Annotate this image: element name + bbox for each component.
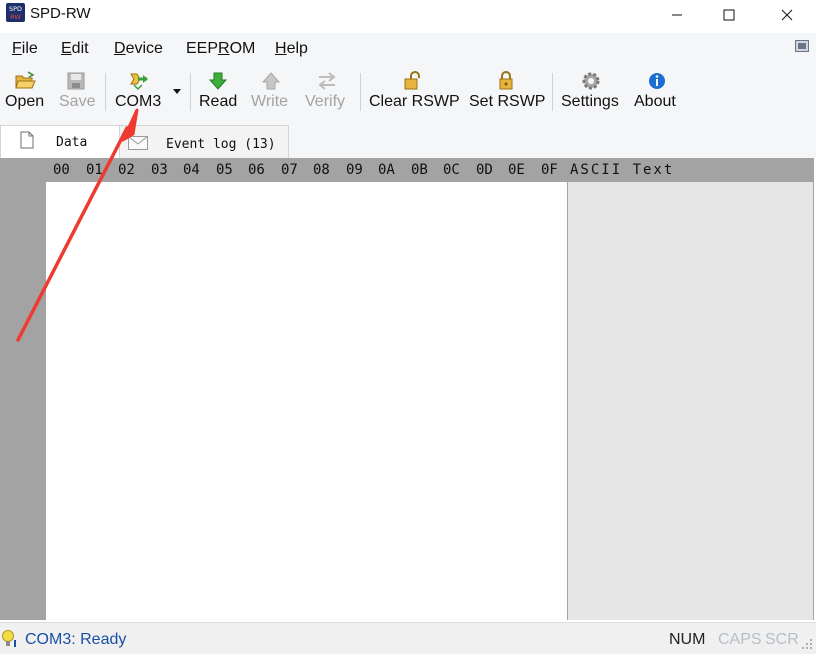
ascii-column-header: ASCII Text: [570, 162, 675, 178]
envelope-icon: [128, 136, 148, 150]
set-rswp-button[interactable]: Set RSWP: [466, 63, 545, 119]
plug-icon: [130, 73, 148, 91]
svg-text:RW: RW: [10, 13, 21, 21]
hex-col-header: 05: [216, 162, 233, 178]
arrow-up-icon: [261, 72, 281, 90]
hex-col-header: 0D: [476, 162, 493, 178]
com-port-dropdown[interactable]: [170, 63, 184, 119]
ascii-text-pane[interactable]: [568, 182, 813, 620]
save-button[interactable]: Save: [55, 63, 97, 119]
toolbar-separator: [190, 73, 191, 111]
hex-col-header: 04: [183, 162, 200, 178]
hex-col-header: 0C: [443, 162, 460, 178]
menu-edit[interactable]: Edit: [61, 40, 89, 58]
status-bar: COM3: Ready NUM CAPS SCR: [0, 622, 816, 654]
caret-down-icon: [173, 89, 181, 94]
num-lock-indicator: NUM: [669, 631, 706, 648]
hex-col-header: 07: [281, 162, 298, 178]
gear-icon: [582, 72, 600, 90]
settings-button[interactable]: Settings: [558, 63, 622, 119]
hex-col-header: 02: [118, 162, 135, 178]
hex-col-header: 08: [313, 162, 330, 178]
menu-device[interactable]: Device: [114, 40, 163, 58]
about-button[interactable]: About: [630, 63, 682, 119]
tab-strip: Data Event log (13): [0, 123, 816, 159]
title-bar: SPD RW SPD-RW: [0, 0, 816, 32]
open-button[interactable]: Open: [2, 63, 48, 119]
toolbar-separator: [105, 73, 106, 111]
toolbar: Open Save COM3 Read Write Verify Clear R…: [0, 63, 816, 123]
swap-arrows-icon: [318, 72, 336, 90]
hex-col-header: 03: [151, 162, 168, 178]
hex-column-header: 00 01 02 03 04 05 06 07 08 09 0A 0B 0C 0…: [0, 158, 814, 182]
clear-rswp-button[interactable]: Clear RSWP: [366, 63, 460, 119]
app-icon: SPD RW: [6, 3, 25, 22]
minimize-icon: [672, 14, 682, 16]
menu-eeprom[interactable]: EEPROM: [186, 40, 255, 58]
document-icon: [20, 131, 34, 149]
hex-col-header: 0B: [411, 162, 428, 178]
folder-open-icon: [15, 71, 36, 89]
close-icon: [781, 9, 793, 21]
hex-col-header: 0E: [508, 162, 525, 178]
menu-help[interactable]: Help: [275, 40, 308, 58]
read-button[interactable]: Read: [195, 63, 241, 119]
floppy-disk-icon: [67, 72, 85, 90]
hex-col-header: 09: [346, 162, 363, 178]
hex-col-header: 06: [248, 162, 265, 178]
com-port-button[interactable]: COM3: [111, 63, 167, 119]
toolbar-separator: [552, 73, 553, 111]
lightbulb-icon: [2, 630, 16, 647]
minimize-button[interactable]: [654, 0, 700, 30]
status-message: COM3: Ready: [25, 631, 127, 648]
verify-button[interactable]: Verify: [302, 63, 352, 119]
caps-lock-indicator: CAPS: [718, 631, 762, 648]
menu-file[interactable]: File: [12, 40, 38, 58]
info-icon: [649, 73, 665, 89]
maximize-button[interactable]: [706, 0, 752, 30]
resize-grip-icon[interactable]: [801, 638, 813, 650]
tab-event-log[interactable]: Event log (13): [119, 125, 289, 159]
hex-col-header: 01: [86, 162, 103, 178]
hex-col-header: 00: [53, 162, 70, 178]
tab-data[interactable]: Data: [0, 125, 120, 159]
window-restore-icon[interactable]: [795, 40, 809, 52]
close-button[interactable]: [764, 0, 810, 30]
hex-col-header: 0F: [541, 162, 558, 178]
hex-data-pane[interactable]: [46, 182, 567, 620]
window-title: SPD-RW: [30, 5, 91, 22]
menu-bar: File Edit Device EEPROM Help: [0, 33, 816, 63]
unlock-icon: [404, 71, 420, 90]
maximize-icon: [723, 9, 735, 21]
write-button[interactable]: Write: [248, 63, 294, 119]
hex-col-header: 0A: [378, 162, 395, 178]
lock-icon: [499, 71, 513, 90]
toolbar-separator: [360, 73, 361, 111]
svg-text:SPD: SPD: [9, 5, 22, 13]
arrow-down-icon: [208, 72, 228, 90]
scroll-lock-indicator: SCR: [765, 631, 799, 648]
